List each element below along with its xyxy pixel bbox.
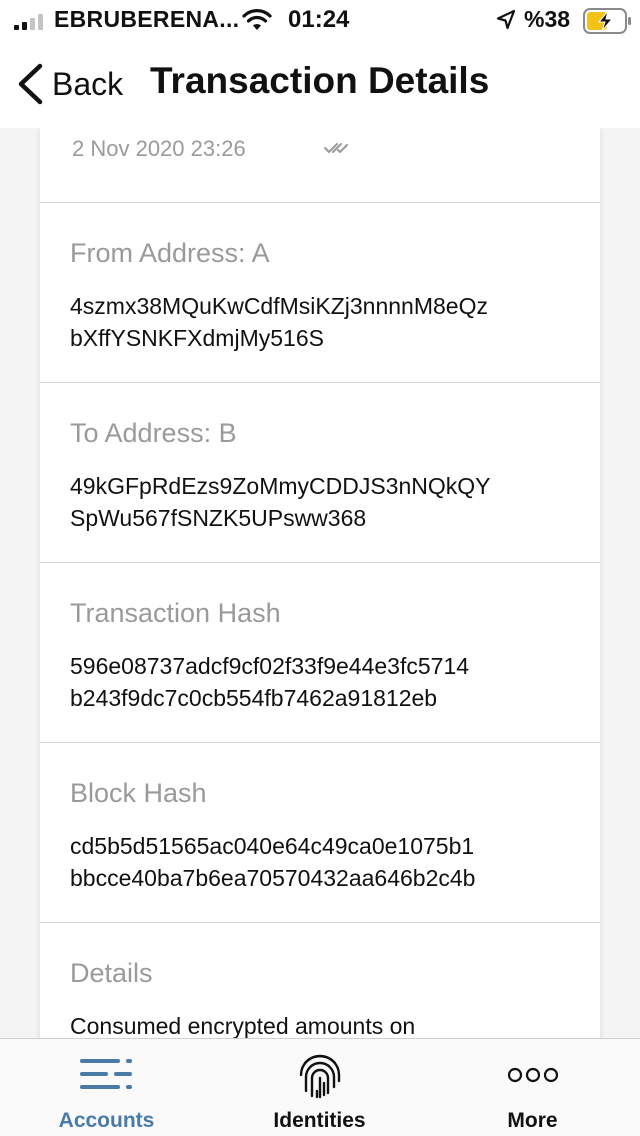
to-address-line-1: 49kGFpRdEzs9ZoMmyCDDJS3nNQkQY [70,473,491,499]
transaction-card: 2 Nov 2020 23:26 From Address: A 4szmx38… [40,128,600,1038]
block-hash-value: cd5b5d51565ac040e64c49ca0e1075b1 bbcce40… [70,830,580,894]
transaction-hash-line-2: b243f9dc7c0cb554fb7462a91812eb [70,685,438,711]
date-row: 2 Nov 2020 23:26 [40,128,600,203]
accounts-list-icon [79,1059,132,1089]
battery-percent: %38 [524,6,571,32]
details-line-1: Consumed encrypted amounts on [70,1013,416,1038]
status-bar: EBRUBERENA... 01:24 %38 [0,0,640,44]
tab-accounts[interactable]: Accounts [0,1039,213,1136]
transaction-hash-line-1: 596e08737adcf9cf02f33f9e44e3fc5714 [70,653,470,679]
from-address-label: From Address: A [70,238,270,268]
to-address-label: To Address: B [70,418,237,448]
details-value: Consumed encrypted amounts on [70,1010,580,1038]
battery-charging-icon [583,8,631,34]
tab-identities-label: Identities [273,1109,366,1132]
to-address-section: To Address: B 49kGFpRdEzs9ZoMmyCDDJS3nNQ… [40,382,600,563]
tab-identities[interactable]: Identities [213,1039,426,1136]
transaction-details-screen: EBRUBERENA... 01:24 %38 Back Transaction… [0,0,640,1136]
details-section: Details Consumed encrypted amounts on [40,922,600,1038]
to-address-line-2: SpWu567fSNZK5UPsww368 [70,505,367,531]
navigation-bar: Back Transaction Details [0,44,640,128]
block-hash-label: Block Hash [70,778,207,808]
details-label: Details [70,958,153,988]
chevron-left-icon [18,63,43,105]
block-hash-line-1: cd5b5d51565ac040e64c49ca0e1075b1 [70,833,475,859]
double-check-icon [324,143,348,153]
page-title: Transaction Details [150,60,490,101]
back-label: Back [52,65,124,102]
wifi-icon [242,9,272,30]
tab-bar: Accounts Identities More [0,1038,640,1136]
tab-accounts-label: Accounts [58,1109,155,1132]
location-arrow-icon [496,9,516,30]
from-address-value: 4szmx38MQuKwCdfMsiKZj3nnnnM8eQz bXffYSNK… [70,290,580,354]
fingerprint-icon [299,1054,340,1099]
signal-icon [14,14,43,30]
transaction-date: 2 Nov 2020 23:26 [72,136,246,161]
tab-more-label: More [507,1109,558,1132]
carrier-name: EBRUBERENA... [54,6,240,32]
back-button[interactable]: Back [14,60,123,108]
more-dots-icon [507,1067,558,1083]
from-address-line-2: bXffYSNKFXdmjMy516S [70,325,324,351]
tab-more[interactable]: More [426,1039,639,1136]
transaction-hash-label: Transaction Hash [70,598,281,628]
clock-time: 01:24 [288,6,350,33]
transaction-hash-section: Transaction Hash 596e08737adcf9cf02f33f9… [40,562,600,743]
transaction-hash-value: 596e08737adcf9cf02f33f9e44e3fc5714 b243f… [70,650,580,714]
from-address-section: From Address: A 4szmx38MQuKwCdfMsiKZj3nn… [40,202,600,383]
block-hash-section: Block Hash cd5b5d51565ac040e64c49ca0e107… [40,742,600,923]
details-scroll-area[interactable]: 2 Nov 2020 23:26 From Address: A 4szmx38… [0,128,640,1038]
from-address-line-1: 4szmx38MQuKwCdfMsiKZj3nnnnM8eQz [70,293,488,319]
block-hash-line-2: bbcce40ba7b6ea70570432aa646b2c4b [70,865,476,891]
to-address-value: 49kGFpRdEzs9ZoMmyCDDJS3nNQkQY SpWu567fSN… [70,470,580,534]
